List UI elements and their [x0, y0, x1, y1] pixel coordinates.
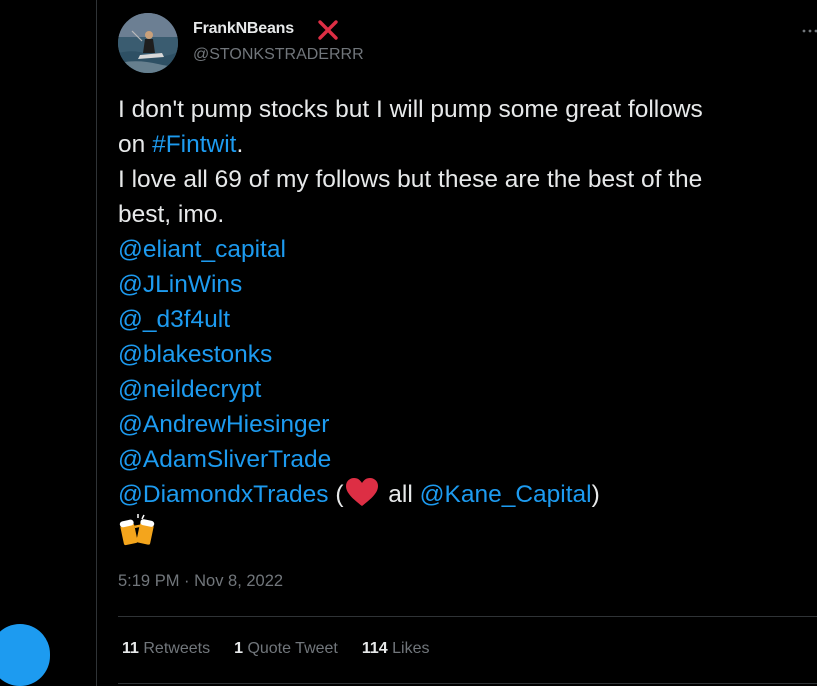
mention-link[interactable]: @DiamondxTrades — [118, 481, 329, 508]
divider — [118, 616, 817, 617]
divider — [118, 683, 817, 684]
cross-mark-icon — [318, 20, 338, 40]
mention-link[interactable]: @Kane_Capital — [420, 481, 592, 508]
user-handle[interactable]: @STONKSTRADERRR — [193, 46, 364, 64]
tweet-line: I don't pump stocks but I will pump some… — [118, 96, 703, 123]
mention-link[interactable]: @JLinWins — [118, 271, 242, 298]
tweet-timestamp[interactable]: 5:19 PM · Nov 8, 2022 — [118, 572, 283, 591]
mention-link[interactable]: @_d3f4ult — [118, 306, 230, 333]
tweet-line: best, imo. — [118, 201, 225, 228]
tweet-text: I don't pump stocks but I will pump some… — [118, 92, 817, 547]
clinking-beer-mugs-icon — [119, 514, 155, 546]
mention-link[interactable]: @AndrewHiesinger — [118, 411, 329, 438]
left-navigation — [0, 0, 96, 686]
hashtag-link[interactable]: #Fintwit — [152, 131, 236, 158]
tweet-line: I love all 69 of my follows but these ar… — [118, 166, 703, 193]
mention-link[interactable]: @eliant_capital — [118, 236, 286, 263]
quote-tweets-stat[interactable]: 1 Quote Tweet — [234, 640, 338, 658]
mention-link[interactable]: @neildecrypt — [118, 376, 261, 403]
mention-link[interactable]: @blakestonks — [118, 341, 272, 368]
tweet-detail-page: FrankNBeans @STONKSTRADERRR I don't pump… — [0, 0, 817, 686]
mention-link[interactable]: @AdamSliverTrade — [118, 446, 331, 473]
compose-tweet-button[interactable] — [0, 624, 50, 686]
tweet-line: on #Fintwit. — [118, 131, 244, 158]
tweet: FrankNBeans @STONKSTRADERRR I don't pump… — [97, 0, 817, 686]
retweets-stat[interactable]: 11 Retweets — [122, 640, 210, 658]
red-heart-icon — [346, 478, 379, 506]
avatar[interactable] — [118, 13, 178, 73]
display-name[interactable]: FrankNBeans — [193, 20, 294, 38]
more-options-icon[interactable] — [799, 18, 817, 38]
likes-stat[interactable]: 114 Likes — [362, 640, 430, 658]
engagement-stats: 11 Retweets 1 Quote Tweet 114 Likes — [122, 640, 430, 658]
